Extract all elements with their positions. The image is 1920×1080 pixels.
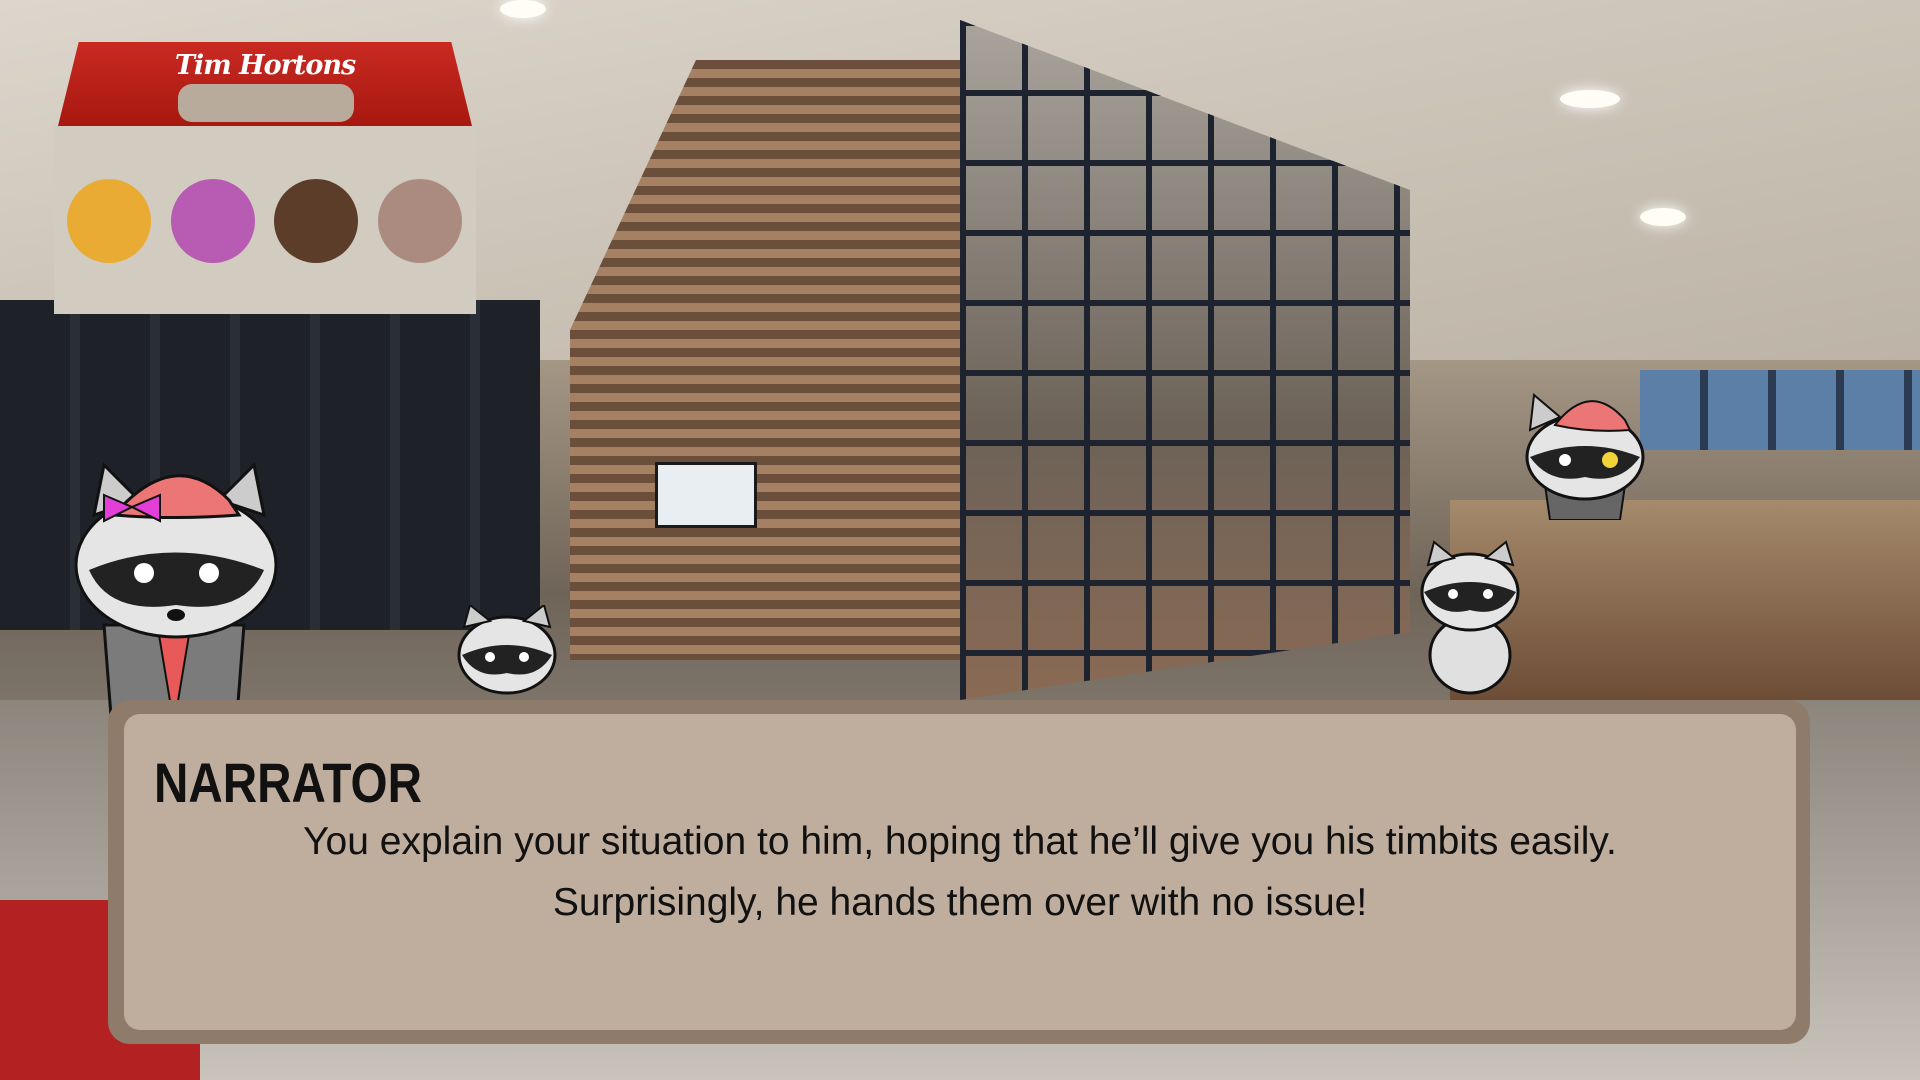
tim-hortons-logo: Tim Hortons bbox=[174, 50, 356, 81]
timbit-chocolate bbox=[274, 179, 358, 263]
timbit-box-inventory: Tim Hortons bbox=[54, 42, 476, 314]
employee-raccoon-character bbox=[1525, 393, 1645, 520]
small-raccoon-character bbox=[457, 605, 557, 695]
ceiling-light bbox=[1560, 90, 1620, 108]
dialog-line-2: Surprisingly, he hands them over with no… bbox=[552, 881, 1368, 924]
box-front bbox=[54, 126, 476, 314]
box-handle bbox=[178, 84, 354, 122]
sitting-raccoon-character bbox=[1420, 540, 1520, 695]
timbit-strawberry bbox=[378, 179, 462, 263]
menu-boards bbox=[1640, 370, 1920, 450]
dialog-line-1: You explain your situation to him, hopin… bbox=[303, 820, 1617, 863]
timbit-honey-dip bbox=[67, 179, 151, 263]
timbit-birthday-cake bbox=[171, 179, 255, 263]
dialog-box[interactable]: NARRATOR You explain your situation to h… bbox=[108, 700, 1810, 1044]
tv-screen bbox=[655, 462, 757, 528]
ceiling-light bbox=[500, 0, 546, 18]
speaker-name: NARRATOR bbox=[154, 751, 422, 814]
ceiling-light bbox=[1640, 208, 1686, 226]
dialog-panel: NARRATOR You explain your situation to h… bbox=[124, 714, 1796, 1030]
